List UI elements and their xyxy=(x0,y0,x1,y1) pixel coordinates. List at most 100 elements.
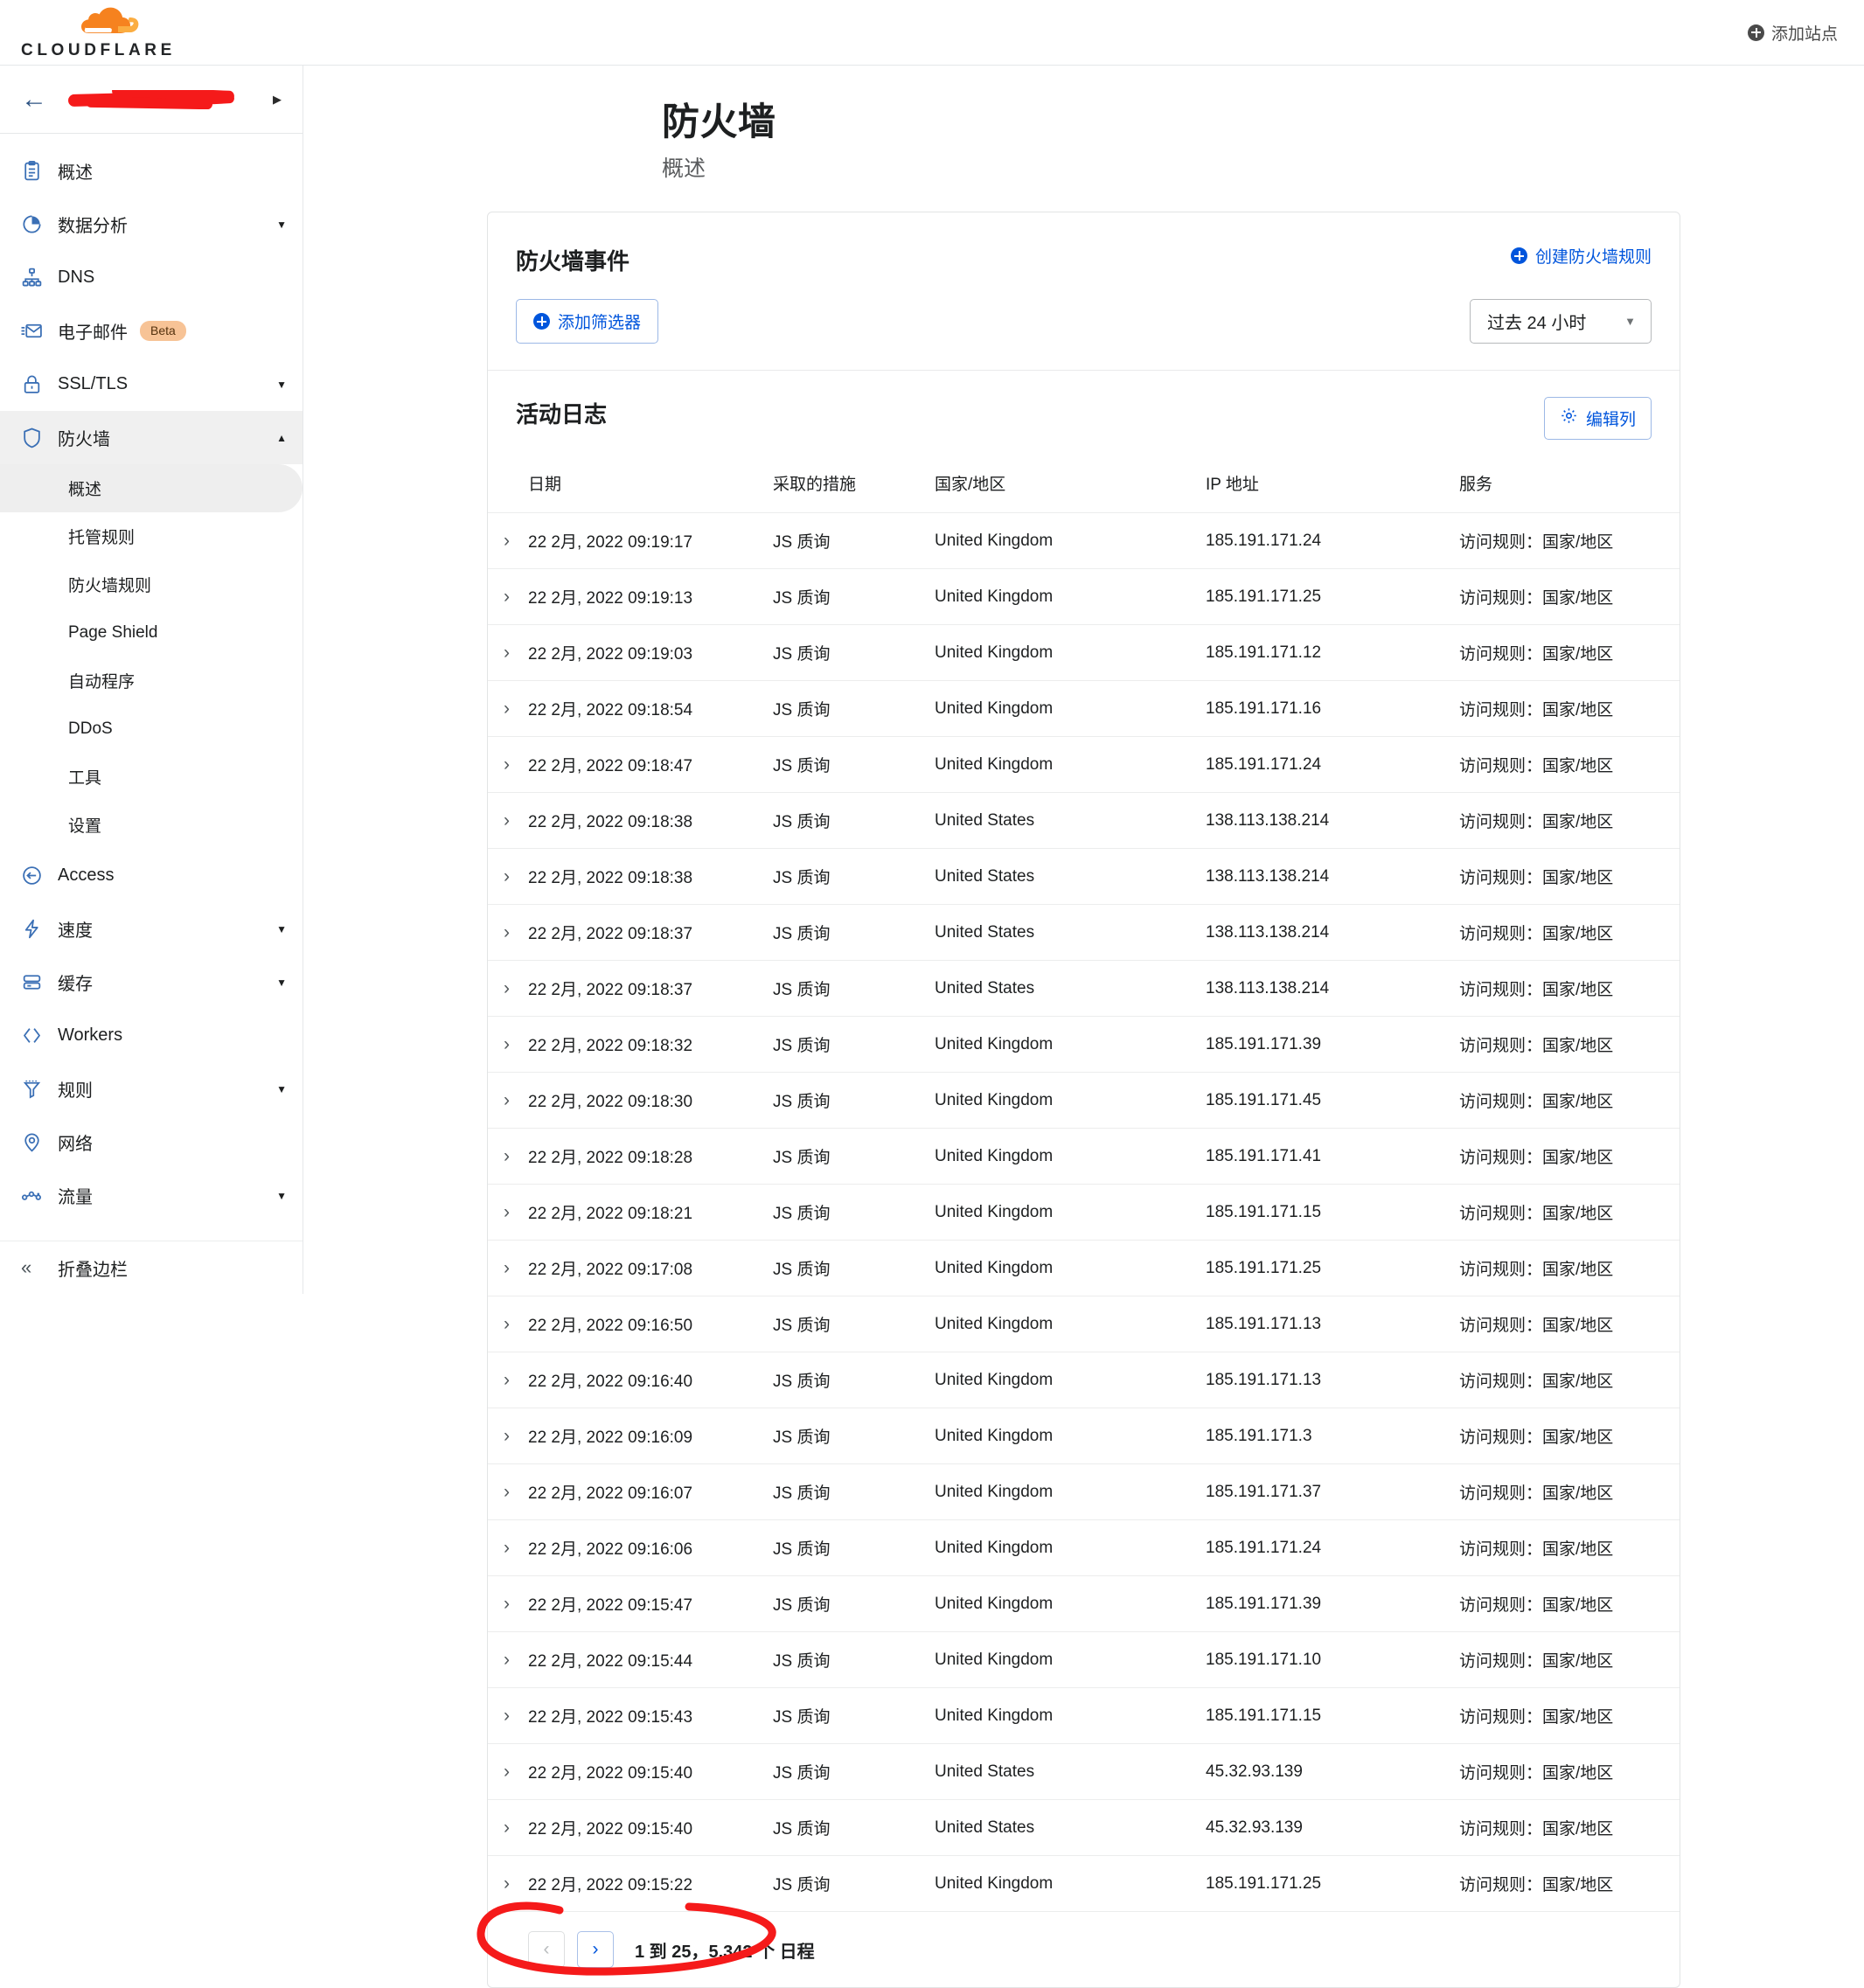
chevron-right-icon[interactable]: › xyxy=(504,1202,510,1223)
row-expand-cell[interactable]: › xyxy=(488,793,528,849)
chevron-right-icon[interactable]: › xyxy=(504,587,510,608)
pagination-next-button[interactable]: › xyxy=(577,1931,614,1968)
chevron-right-icon[interactable]: › xyxy=(504,1594,510,1615)
table-row[interactable]: ›22 2月, 2022 09:16:40JS 质询United Kingdom… xyxy=(488,1352,1680,1408)
row-expand-cell[interactable]: › xyxy=(488,1520,528,1576)
table-row[interactable]: ›22 2月, 2022 09:16:07JS 质询United Kingdom… xyxy=(488,1464,1680,1520)
chevron-right-icon[interactable]: › xyxy=(504,1370,510,1391)
sidebar-item-access[interactable]: Access xyxy=(0,849,303,902)
chevron-right-icon[interactable]: › xyxy=(504,866,510,887)
chevron-down-icon[interactable]: ▼ xyxy=(276,977,287,989)
site-switcher[interactable]: ← ▶ xyxy=(0,66,303,134)
table-row[interactable]: ›22 2月, 2022 09:16:09JS 质询United Kingdom… xyxy=(488,1408,1680,1464)
sidebar-subitem-firewall-rules[interactable]: 防火墙规则 xyxy=(0,560,303,608)
row-expand-cell[interactable]: › xyxy=(488,1073,528,1129)
chevron-right-icon[interactable]: › xyxy=(504,1090,510,1111)
caret-right-icon[interactable]: ▶ xyxy=(273,93,282,107)
column-header-country[interactable]: 国家/地区 xyxy=(935,462,1206,513)
chevron-right-icon[interactable]: › xyxy=(504,1762,510,1783)
chevron-right-icon[interactable]: › xyxy=(504,810,510,831)
sidebar-item-network[interactable]: 网络 xyxy=(0,1116,303,1169)
table-row[interactable]: ›22 2月, 2022 09:16:50JS 质询United Kingdom… xyxy=(488,1296,1680,1352)
row-expand-cell[interactable]: › xyxy=(488,961,528,1017)
chevron-right-icon[interactable]: › xyxy=(504,1426,510,1447)
chevron-right-icon[interactable]: › xyxy=(504,1650,510,1671)
row-expand-cell[interactable]: › xyxy=(488,513,528,569)
column-header-action[interactable]: 采取的措施 xyxy=(773,462,935,513)
row-expand-cell[interactable]: › xyxy=(488,1576,528,1632)
sidebar-subitem-managed-rules[interactable]: 托管规则 xyxy=(0,512,303,560)
sidebar-item-firewall[interactable]: 防火墙 ▲ xyxy=(0,411,303,464)
sidebar-item-workers[interactable]: Workers xyxy=(0,1009,303,1062)
chevron-right-icon[interactable]: › xyxy=(504,754,510,775)
column-header-ip[interactable]: IP 地址 xyxy=(1206,462,1459,513)
row-expand-cell[interactable]: › xyxy=(488,1744,528,1800)
table-row[interactable]: ›22 2月, 2022 09:15:47JS 质询United Kingdom… xyxy=(488,1576,1680,1632)
chevron-right-icon[interactable]: › xyxy=(504,531,510,552)
table-row[interactable]: ›22 2月, 2022 09:15:22JS 质询United Kingdom… xyxy=(488,1856,1680,1912)
table-row[interactable]: ›22 2月, 2022 09:15:40JS 质询United States4… xyxy=(488,1800,1680,1856)
time-range-select[interactable]: 过去 24 小时 ▼ xyxy=(1470,299,1652,344)
chevron-down-icon[interactable]: ▼ xyxy=(276,379,287,391)
row-expand-cell[interactable]: › xyxy=(488,1408,528,1464)
sidebar-subitem-page-shield[interactable]: Page Shield xyxy=(0,608,303,657)
table-row[interactable]: ›22 2月, 2022 09:18:38JS 质询United States1… xyxy=(488,793,1680,849)
chevron-down-icon[interactable]: ▼ xyxy=(276,1083,287,1095)
row-expand-cell[interactable]: › xyxy=(488,1241,528,1296)
chevron-right-icon[interactable]: › xyxy=(504,1034,510,1055)
sidebar-item-caching[interactable]: 缓存 ▼ xyxy=(0,956,303,1009)
table-row[interactable]: ›22 2月, 2022 09:18:37JS 质询United States1… xyxy=(488,905,1680,961)
row-expand-cell[interactable]: › xyxy=(488,681,528,737)
table-row[interactable]: ›22 2月, 2022 09:18:54JS 质询United Kingdom… xyxy=(488,681,1680,737)
chevron-right-icon[interactable]: › xyxy=(504,1538,510,1559)
chevron-right-icon[interactable]: › xyxy=(504,1146,510,1167)
chevron-right-icon[interactable]: › xyxy=(504,978,510,999)
row-expand-cell[interactable]: › xyxy=(488,905,528,961)
chevron-right-icon[interactable]: › xyxy=(504,1873,510,1894)
chevron-right-icon[interactable]: › xyxy=(504,1482,510,1503)
chevron-right-icon[interactable]: › xyxy=(504,1258,510,1279)
table-row[interactable]: ›22 2月, 2022 09:18:32JS 质询United Kingdom… xyxy=(488,1017,1680,1073)
row-expand-cell[interactable]: › xyxy=(488,1800,528,1856)
edit-columns-button[interactable]: 编辑列 xyxy=(1544,397,1652,440)
sidebar-item-analytics[interactable]: 数据分析 ▼ xyxy=(0,198,303,251)
row-expand-cell[interactable]: › xyxy=(488,1185,528,1241)
chevron-down-icon[interactable]: ▼ xyxy=(276,923,287,935)
chevron-right-icon[interactable]: › xyxy=(504,922,510,943)
row-expand-cell[interactable]: › xyxy=(488,569,528,625)
add-site-button[interactable]: 添加站点 xyxy=(1748,21,1838,45)
row-expand-cell[interactable]: › xyxy=(488,1352,528,1408)
chevron-right-icon[interactable]: › xyxy=(504,1818,510,1839)
table-row[interactable]: ›22 2月, 2022 09:18:21JS 质询United Kingdom… xyxy=(488,1185,1680,1241)
chevron-right-icon[interactable]: › xyxy=(504,643,510,664)
table-row[interactable]: ›22 2月, 2022 09:16:06JS 质询United Kingdom… xyxy=(488,1520,1680,1576)
table-row[interactable]: ›22 2月, 2022 09:15:40JS 质询United States4… xyxy=(488,1744,1680,1800)
create-firewall-rule-link[interactable]: 创建防火墙规则 xyxy=(1511,244,1652,268)
table-row[interactable]: ›22 2月, 2022 09:18:47JS 质询United Kingdom… xyxy=(488,737,1680,793)
row-expand-cell[interactable]: › xyxy=(488,849,528,905)
sidebar-item-speed[interactable]: 速度 ▼ xyxy=(0,902,303,956)
table-row[interactable]: ›22 2月, 2022 09:18:38JS 质询United States1… xyxy=(488,849,1680,905)
pagination-prev-button[interactable]: ‹ xyxy=(528,1931,565,1968)
table-row[interactable]: ›22 2月, 2022 09:18:28JS 质询United Kingdom… xyxy=(488,1129,1680,1185)
table-row[interactable]: ›22 2月, 2022 09:15:43JS 质询United Kingdom… xyxy=(488,1688,1680,1744)
column-header-date[interactable]: 日期 xyxy=(528,462,773,513)
row-expand-cell[interactable]: › xyxy=(488,1017,528,1073)
table-row[interactable]: ›22 2月, 2022 09:19:17JS 质询United Kingdom… xyxy=(488,513,1680,569)
row-expand-cell[interactable]: › xyxy=(488,1129,528,1185)
arrow-left-icon[interactable]: ← xyxy=(21,87,47,113)
sidebar-subitem-settings[interactable]: 设置 xyxy=(0,801,303,849)
row-expand-cell[interactable]: › xyxy=(488,625,528,681)
chevron-right-icon[interactable]: › xyxy=(504,699,510,719)
table-row[interactable]: ›22 2月, 2022 09:19:13JS 质询United Kingdom… xyxy=(488,569,1680,625)
row-expand-cell[interactable]: › xyxy=(488,1688,528,1744)
row-expand-cell[interactable]: › xyxy=(488,1296,528,1352)
chevron-down-icon[interactable]: ▼ xyxy=(276,1190,287,1202)
sidebar-subitem-bots[interactable]: 自动程序 xyxy=(0,657,303,705)
table-row[interactable]: ›22 2月, 2022 09:15:44JS 质询United Kingdom… xyxy=(488,1632,1680,1688)
chevron-right-icon[interactable]: › xyxy=(504,1314,510,1335)
sidebar-item-ssl-tls[interactable]: SSL/TLS ▼ xyxy=(0,358,303,411)
sidebar-subitem-ddos[interactable]: DDoS xyxy=(0,705,303,753)
table-row[interactable]: ›22 2月, 2022 09:17:08JS 质询United Kingdom… xyxy=(488,1241,1680,1296)
chevron-down-icon[interactable]: ▼ xyxy=(276,219,287,231)
